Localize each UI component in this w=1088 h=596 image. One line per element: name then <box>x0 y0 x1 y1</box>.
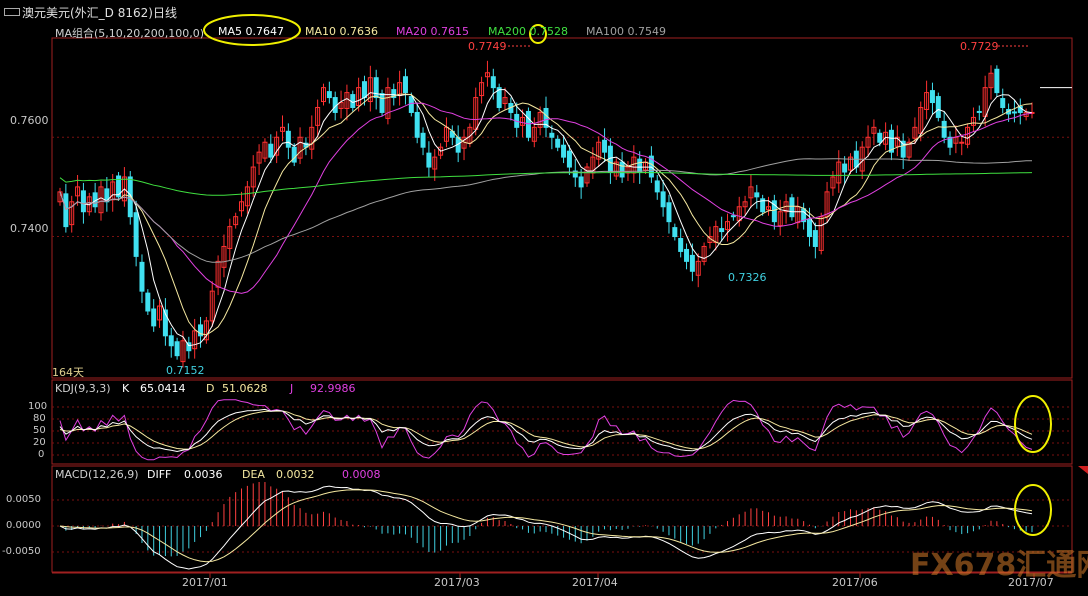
candle-body-157 <box>976 110 982 113</box>
watermark: FX678汇通网 <box>910 548 1088 583</box>
candle-body-106 <box>678 238 684 252</box>
candle-body-115 <box>730 215 736 218</box>
days-label: 164天 <box>52 366 84 379</box>
kdj-k-label: K <box>122 382 130 395</box>
y-tick-0-7400: 0.7400 <box>10 222 49 235</box>
ma10-label: MA10 0.7636 <box>305 25 378 38</box>
chart-canvas <box>51 14 1088 578</box>
candle-body-62 <box>420 132 426 148</box>
candle-body-163 <box>1011 111 1017 114</box>
candle-body-59 <box>402 76 408 94</box>
kdj-tick-50: 50 <box>33 425 46 436</box>
candle-body-125 <box>789 197 795 218</box>
candle-body-107 <box>684 248 690 262</box>
kdj-tick-0: 0 <box>38 449 45 460</box>
kdj-k-line <box>59 408 1033 453</box>
highlight-ellipse-macd <box>1014 484 1052 536</box>
candle-body-20 <box>174 341 180 357</box>
candle-body-4 <box>80 190 86 213</box>
candle-body-113 <box>719 228 725 233</box>
candle-body-61 <box>414 111 420 138</box>
candle-body-39 <box>285 130 291 148</box>
candle-body-16 <box>151 308 157 327</box>
candle-body-85 <box>555 138 561 148</box>
candle-body-15 <box>145 292 151 312</box>
candle-body-63 <box>426 152 432 168</box>
candle-body-140 <box>877 132 883 143</box>
low-label-2: 0.7152 <box>166 364 205 377</box>
candle-body-93 <box>602 139 608 153</box>
candle-body-19 <box>168 335 174 347</box>
candle-body-151 <box>941 120 947 138</box>
candle-body-84 <box>549 132 555 138</box>
x-label-2017-06: 2017/06 <box>832 576 878 589</box>
high-label-2: 0.7729 <box>960 40 999 53</box>
kdj-tick-20: 20 <box>33 437 46 448</box>
kdj-tick-100: 100 <box>28 401 48 412</box>
kdj-j-line <box>59 399 1033 461</box>
candle-body-74 <box>490 76 496 89</box>
kdj-tick-80: 80 <box>33 413 46 424</box>
candle-body-105 <box>672 227 678 238</box>
price-panel-frame <box>51 37 1073 379</box>
corner-marker <box>1078 466 1088 474</box>
kdj-k-value: 65.0414 <box>140 382 186 395</box>
ma20-label: MA20 0.7615 <box>396 25 469 38</box>
macd-diff-value: 0.0036 <box>184 468 223 481</box>
ma100-label: MA100 0.7549 <box>586 25 666 38</box>
candle-body-149 <box>929 90 935 104</box>
x-label-2017-01: 2017/01 <box>182 576 228 589</box>
candle-body-128 <box>806 219 812 238</box>
macd-dea-value: 0.0032 <box>276 468 315 481</box>
candle-body-103 <box>660 191 666 208</box>
candle-body-134 <box>842 163 848 173</box>
ma100-line <box>59 158 1033 263</box>
candle-body-150 <box>935 96 941 118</box>
candle-body-119 <box>754 192 760 198</box>
ma5-label: MA5 0.7647 <box>218 25 284 38</box>
candle-body-87 <box>566 150 572 168</box>
macd-title[interactable]: MACD(12,26,9) <box>55 468 139 481</box>
candle-body-13 <box>133 212 139 257</box>
kdj-j-value: 92.9986 <box>310 382 356 395</box>
candle-body-14 <box>139 261 145 292</box>
candle-body-129 <box>812 230 818 247</box>
candle-body-36 <box>268 143 274 158</box>
macd-tick-0000: 0.0000 <box>6 520 41 531</box>
kdj-d-label: D <box>206 382 215 395</box>
candle-body-108 <box>689 254 695 272</box>
candle-body-96 <box>619 161 625 178</box>
kdj-j-label: J <box>290 382 294 395</box>
high-label-1: 0.7749 <box>468 40 507 53</box>
candle-body-160 <box>994 68 1000 94</box>
candle-body-161 <box>1000 98 1006 108</box>
macd-dea-line <box>59 489 1033 563</box>
candle-body-60 <box>408 96 414 113</box>
low-label-1: 0.7326 <box>728 271 767 284</box>
macd-dea-label: DEA <box>242 468 265 481</box>
macd-tick-0050: 0.0050 <box>6 494 41 505</box>
candle-body-55 <box>379 93 385 113</box>
candle-body-102 <box>654 180 660 193</box>
candle-body-54 <box>373 77 379 99</box>
kdj-d-value: 51.0628 <box>222 382 268 395</box>
x-label-2017-04: 2017/04 <box>572 576 618 589</box>
ma-group-label[interactable]: MA组合(5,10,20,200,100,0) <box>55 25 204 41</box>
macd-value: 0.0008 <box>342 468 381 481</box>
y-tick-0-7600: 0.7600 <box>10 114 49 127</box>
candle-body-154 <box>959 141 965 144</box>
candle-body-99 <box>637 158 643 173</box>
candle-body-104 <box>666 202 672 223</box>
candle-body-46 <box>326 91 332 99</box>
macd-diff-label: DIFF <box>147 468 172 481</box>
candle-body-89 <box>578 176 584 188</box>
x-label-2017-03: 2017/03 <box>434 576 480 589</box>
kdj-title[interactable]: KDJ(9,3,3) <box>55 382 111 395</box>
ma200-label: MA200 0.7528 <box>488 25 568 38</box>
macd-tick-neg0050: -0.0050 <box>2 546 41 557</box>
candle-body-1 <box>63 193 69 228</box>
highlight-ellipse-kdj <box>1014 395 1052 453</box>
candle-body-52 <box>361 81 367 99</box>
candle-body-86 <box>561 144 567 158</box>
